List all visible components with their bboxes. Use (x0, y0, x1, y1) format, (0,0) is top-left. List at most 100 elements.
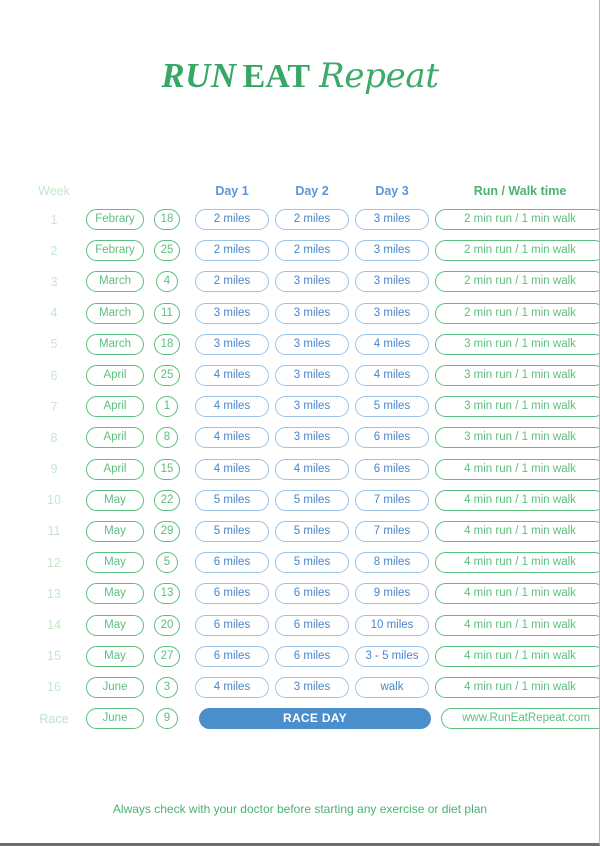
day1-cell: 2 miles (192, 240, 272, 262)
runwalk-cell: 4 min run / 1 min walk (432, 583, 599, 605)
day2-cell: 3 miles (272, 365, 352, 387)
month-pill: June (86, 676, 144, 698)
week-number-cell: 13 (26, 585, 82, 603)
month-pill: Febrary (86, 240, 144, 262)
runwalk-pill: 4 min run / 1 min walk (435, 645, 599, 667)
day2-pill: 6 miles (275, 645, 349, 667)
month-pill: March (86, 333, 144, 355)
day2-cell: 5 miles (272, 520, 352, 542)
race-month-cell: June (82, 708, 148, 730)
month-pill: May (86, 614, 144, 636)
day1-cell: 3 miles (192, 333, 272, 355)
table-row: 1 Febrary 18 2 miles 2 miles 3 miles 2 min run… (0, 204, 599, 235)
day2-pill: 4 miles (275, 458, 349, 480)
date-cell: 5 (148, 552, 186, 574)
logo-eat-text: EAT (242, 58, 311, 95)
table-row: 5 March 18 3 miles 3 miles 4 miles 3 min run /… (0, 329, 599, 360)
race-day-row: Race June 9 RACE DAY www.RunEatRepeat.co… (0, 703, 599, 734)
day3-cell: 6 miles (352, 427, 432, 449)
day3-pill: 9 miles (355, 583, 429, 605)
runwalk-pill: 2 min run / 1 min walk (435, 302, 599, 324)
runwalk-cell: 3 min run / 1 min walk (432, 427, 599, 449)
header-label-day1: Day 1 (215, 184, 249, 198)
month-pill: April (86, 458, 144, 480)
day3-pill: 8 miles (355, 552, 429, 574)
week-number-cell: 16 (26, 678, 82, 696)
table-body: 1 Febrary 18 2 miles 2 miles 3 miles 2 min run… (0, 204, 599, 703)
month-cell: May (82, 614, 148, 636)
day2-cell: 3 miles (272, 333, 352, 355)
day3-pill: 3 miles (355, 240, 429, 262)
day3-pill: 3 - 5 miles (355, 645, 429, 667)
header-cell-runwalk: Run / Walk time (432, 184, 599, 198)
week-number-cell: 10 (26, 491, 82, 509)
runwalk-pill: 2 min run / 1 min walk (435, 271, 599, 293)
week-number-cell: 6 (26, 367, 82, 385)
day3-cell: 6 miles (352, 458, 432, 480)
runwalk-cell: 2 min run / 1 min walk (432, 209, 599, 231)
day2-pill: 5 miles (275, 520, 349, 542)
day1-cell: 6 miles (192, 583, 272, 605)
day1-pill: 2 miles (195, 271, 269, 293)
day3-pill: walk (355, 676, 429, 698)
table-row: 9 April 15 4 miles 4 miles 6 miles 4 min run /… (0, 454, 599, 485)
date-pill: 18 (153, 209, 181, 231)
day1-cell: 4 miles (192, 427, 272, 449)
week-number-cell: 9 (26, 460, 82, 478)
day1-pill: 4 miles (195, 676, 269, 698)
day3-cell: 10 miles (352, 614, 432, 636)
runwalk-cell: 4 min run / 1 min walk (432, 458, 599, 480)
day3-cell: 7 miles (352, 520, 432, 542)
day1-pill: 4 miles (195, 396, 269, 418)
website-url-pill[interactable]: www.RunEatRepeat.com (441, 708, 599, 730)
day3-cell: 4 miles (352, 333, 432, 355)
month-cell: April (82, 458, 148, 480)
day2-cell: 2 miles (272, 209, 352, 231)
day1-cell: 4 miles (192, 365, 272, 387)
week-number: 1 (50, 212, 58, 227)
runwalk-cell: 3 min run / 1 min walk (432, 333, 599, 355)
day2-cell: 3 miles (272, 676, 352, 698)
day1-pill: 4 miles (195, 458, 269, 480)
table-header-row: Week Day 1 Day 2 Day 3 Run / Walk time (0, 178, 599, 204)
day1-pill: 4 miles (195, 427, 269, 449)
day2-pill: 2 miles (275, 209, 349, 231)
month-cell: May (82, 552, 148, 574)
day1-pill: 6 miles (195, 583, 269, 605)
week-number: 16 (47, 680, 61, 695)
table-row: 6 April 25 4 miles 3 miles 4 miles 3 min run /… (0, 360, 599, 391)
day2-pill: 5 miles (275, 489, 349, 511)
day2-pill: 3 miles (275, 302, 349, 324)
day1-cell: 5 miles (192, 489, 272, 511)
month-pill: April (86, 365, 144, 387)
day2-pill: 5 miles (275, 552, 349, 574)
date-cell: 15 (148, 458, 186, 480)
table-row: 4 March 11 3 miles 3 miles 3 miles 2 min run /… (0, 298, 599, 329)
table-row: 7 April 1 4 miles 3 miles 5 miles 3 min run / … (0, 391, 599, 422)
runwalk-pill: 4 min run / 1 min walk (435, 552, 599, 574)
runwalk-cell: 4 min run / 1 min walk (432, 520, 599, 542)
week-number-cell: 14 (26, 616, 82, 634)
day2-pill: 3 miles (275, 365, 349, 387)
month-cell: March (82, 333, 148, 355)
date-cell: 18 (148, 333, 186, 355)
day1-cell: 4 miles (192, 396, 272, 418)
day2-cell: 4 miles (272, 458, 352, 480)
date-pill: 25 (153, 240, 181, 262)
runwalk-pill: 4 min run / 1 min walk (435, 583, 599, 605)
week-number: 15 (47, 649, 61, 664)
date-pill: 25 (153, 365, 181, 387)
week-number-cell: 8 (26, 429, 82, 447)
date-cell: 27 (148, 645, 186, 667)
runwalk-cell: 3 min run / 1 min walk (432, 365, 599, 387)
footer-disclaimer: Always check with your doctor before sta… (112, 802, 488, 816)
week-number: 4 (50, 306, 58, 321)
header-cell-day3: Day 3 (352, 184, 432, 198)
day2-cell: 6 miles (272, 645, 352, 667)
race-week-cell: Race (26, 710, 82, 728)
day2-cell: 6 miles (272, 583, 352, 605)
table-row: 2 Febrary 25 2 miles 2 miles 3 miles 2 min run… (0, 235, 599, 266)
day1-pill: 3 miles (195, 302, 269, 324)
day3-pill: 7 miles (355, 489, 429, 511)
table-row: 14 May 20 6 miles 6 miles 10 miles 4 min run /… (0, 609, 599, 640)
